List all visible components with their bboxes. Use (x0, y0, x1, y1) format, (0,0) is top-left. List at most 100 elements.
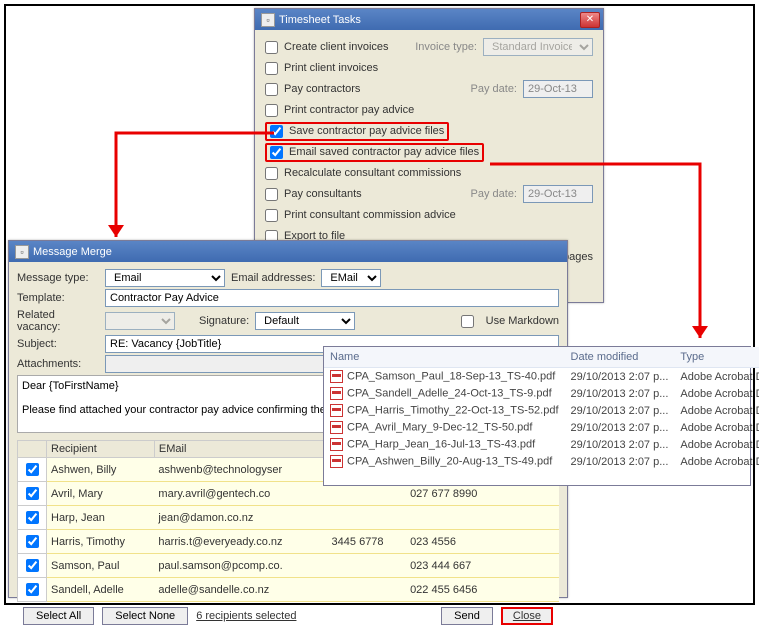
task-create-invoices[interactable] (265, 41, 278, 54)
pdf-icon (330, 455, 343, 468)
task-print-pay-advice[interactable] (265, 104, 278, 117)
window-icon: ▫ (261, 13, 275, 27)
cell-name: Harp, Jean (47, 506, 155, 530)
pdf-icon (330, 387, 343, 400)
msgtype-label: Message type: (17, 272, 99, 284)
task-label: Pay consultants (284, 188, 362, 200)
col-email: EMail (154, 441, 327, 458)
list-item[interactable]: CPA_Ashwen_Billy_20-Aug-13_TS-49.pdf29/1… (324, 453, 759, 470)
pdf-icon (330, 438, 343, 451)
invoice-type-label: Invoice type: (415, 41, 483, 53)
pay-date-1[interactable] (523, 80, 593, 98)
file-type: Adobe Acrobat D... (674, 402, 759, 419)
list-item[interactable]: CPA_Samson_Paul_18-Sep-13_TS-40.pdf29/10… (324, 368, 759, 386)
recipients-count[interactable]: 6 recipients selected (196, 610, 296, 622)
signature-select[interactable]: Default (255, 312, 355, 330)
cell-name: Harris, Timothy (47, 530, 155, 554)
file-date: 29/10/2013 2:07 p... (565, 436, 675, 453)
col-type[interactable]: Type (674, 347, 759, 368)
window-icon: ▫ (15, 245, 29, 259)
task-print-commission[interactable] (265, 209, 278, 222)
signature-label: Signature: (199, 315, 249, 327)
task-recalc-commissions[interactable] (265, 167, 278, 180)
pdf-icon (330, 404, 343, 417)
emailaddr-select[interactable]: EMail (321, 269, 381, 287)
emailaddr-label: Email addresses: (231, 272, 315, 284)
cell-mobile: 022 455 6456 (406, 578, 506, 602)
file-type: Adobe Acrobat D... (674, 453, 759, 470)
invoice-type-select[interactable]: Standard Invoice (483, 38, 593, 56)
select-none-button[interactable]: Select None (102, 607, 188, 625)
file-list-panel: Name Date modified Type Size CPA_Samson_… (323, 346, 751, 486)
task-label: Print contractor pay advice (284, 104, 414, 116)
row-check[interactable] (26, 559, 39, 572)
merge-title: Message Merge (33, 246, 112, 258)
file-name: CPA_Sandell_Adelle_24-Oct-13_TS-9.pdf (324, 385, 565, 402)
send-button[interactable]: Send (441, 607, 493, 625)
task-label: Print client invoices (284, 62, 378, 74)
row-check[interactable] (26, 463, 39, 476)
cell-email: adelle@sandelle.co.nz (154, 578, 327, 602)
close-icon[interactable]: ✕ (580, 12, 600, 28)
cell-name: Samson, Paul (47, 554, 155, 578)
task-label: Print consultant commission advice (284, 209, 456, 221)
highlight-save-advice: Save contractor pay advice files (265, 122, 449, 141)
cell-name: Avril, Mary (47, 482, 155, 506)
cell-email: paul.samson@pcomp.co. (154, 554, 327, 578)
cell-fax: 3445 6778 (328, 530, 407, 554)
relvac-select (105, 312, 175, 330)
task-save-advice[interactable] (270, 125, 283, 138)
table-row[interactable]: Harris, Timothyharris.t@everyeady.co.nz3… (18, 530, 559, 554)
task-label: Save contractor pay advice files (289, 125, 444, 137)
col-name[interactable]: Name (324, 347, 565, 368)
task-label: Recalculate consultant commissions (284, 167, 461, 179)
highlight-email-advice: Email saved contractor pay advice files (265, 143, 484, 162)
cell-name: Ashwen, Billy (47, 458, 155, 482)
task-email-advice[interactable] (270, 146, 283, 159)
cell-status (506, 530, 559, 554)
file-date: 29/10/2013 2:07 p... (565, 385, 675, 402)
use-markdown-label: Use Markdown (486, 315, 559, 327)
cell-fax (328, 506, 407, 530)
pay-date-2[interactable] (523, 185, 593, 203)
file-name: CPA_Samson_Paul_18-Sep-13_TS-40.pdf (324, 368, 565, 386)
timesheet-title: Timesheet Tasks (279, 14, 361, 26)
file-date: 29/10/2013 2:07 p... (565, 402, 675, 419)
select-all-button[interactable]: Select All (23, 607, 94, 625)
close-button[interactable]: Close (501, 607, 553, 625)
file-type: Adobe Acrobat D... (674, 419, 759, 436)
list-item[interactable]: CPA_Avril_Mary_9-Dec-12_TS-50.pdf29/10/2… (324, 419, 759, 436)
list-item[interactable]: CPA_Sandell_Adelle_24-Oct-13_TS-9.pdf29/… (324, 385, 759, 402)
table-row[interactable]: Harp, Jeanjean@damon.co.nz (18, 506, 559, 530)
task-pay-contractors[interactable] (265, 83, 278, 96)
msgtype-select[interactable]: Email (105, 269, 225, 287)
cell-status (506, 506, 559, 530)
row-check[interactable] (26, 535, 39, 548)
task-label: Create client invoices (284, 41, 389, 53)
file-name: CPA_Harris_Timothy_22-Oct-13_TS-52.pdf (324, 402, 565, 419)
table-row[interactable]: Sandell, Adelleadelle@sandelle.co.nz 022 … (18, 578, 559, 602)
task-pay-consultants[interactable] (265, 188, 278, 201)
cell-status (506, 554, 559, 578)
task-print-invoices[interactable] (265, 62, 278, 75)
task-label: Pay contractors (284, 83, 360, 95)
attach-label: Attachments: (17, 358, 99, 370)
row-check[interactable] (26, 583, 39, 596)
row-check[interactable] (26, 511, 39, 524)
use-markdown[interactable] (461, 315, 474, 328)
cell-status (506, 578, 559, 602)
row-check[interactable] (26, 487, 39, 500)
col-date[interactable]: Date modified (565, 347, 675, 368)
table-row[interactable]: Samson, Paulpaul.samson@pcomp.co.023 444… (18, 554, 559, 578)
relvac-label: Related vacancy: (17, 309, 99, 333)
subject-label: Subject: (17, 338, 99, 350)
list-item[interactable]: CPA_Harris_Timothy_22-Oct-13_TS-52.pdf29… (324, 402, 759, 419)
file-date: 29/10/2013 2:07 p... (565, 368, 675, 386)
list-item[interactable]: CPA_Harp_Jean_16-Jul-13_TS-43.pdf29/10/2… (324, 436, 759, 453)
template-input[interactable] (105, 289, 559, 307)
cell-email: jean@damon.co.nz (154, 506, 327, 530)
cell-mobile: 023 4556 (406, 530, 506, 554)
cell-name: Sandell, Adelle (47, 578, 155, 602)
col-recipient: Recipient (47, 441, 155, 458)
pay-date-label: Pay date: (471, 83, 523, 95)
